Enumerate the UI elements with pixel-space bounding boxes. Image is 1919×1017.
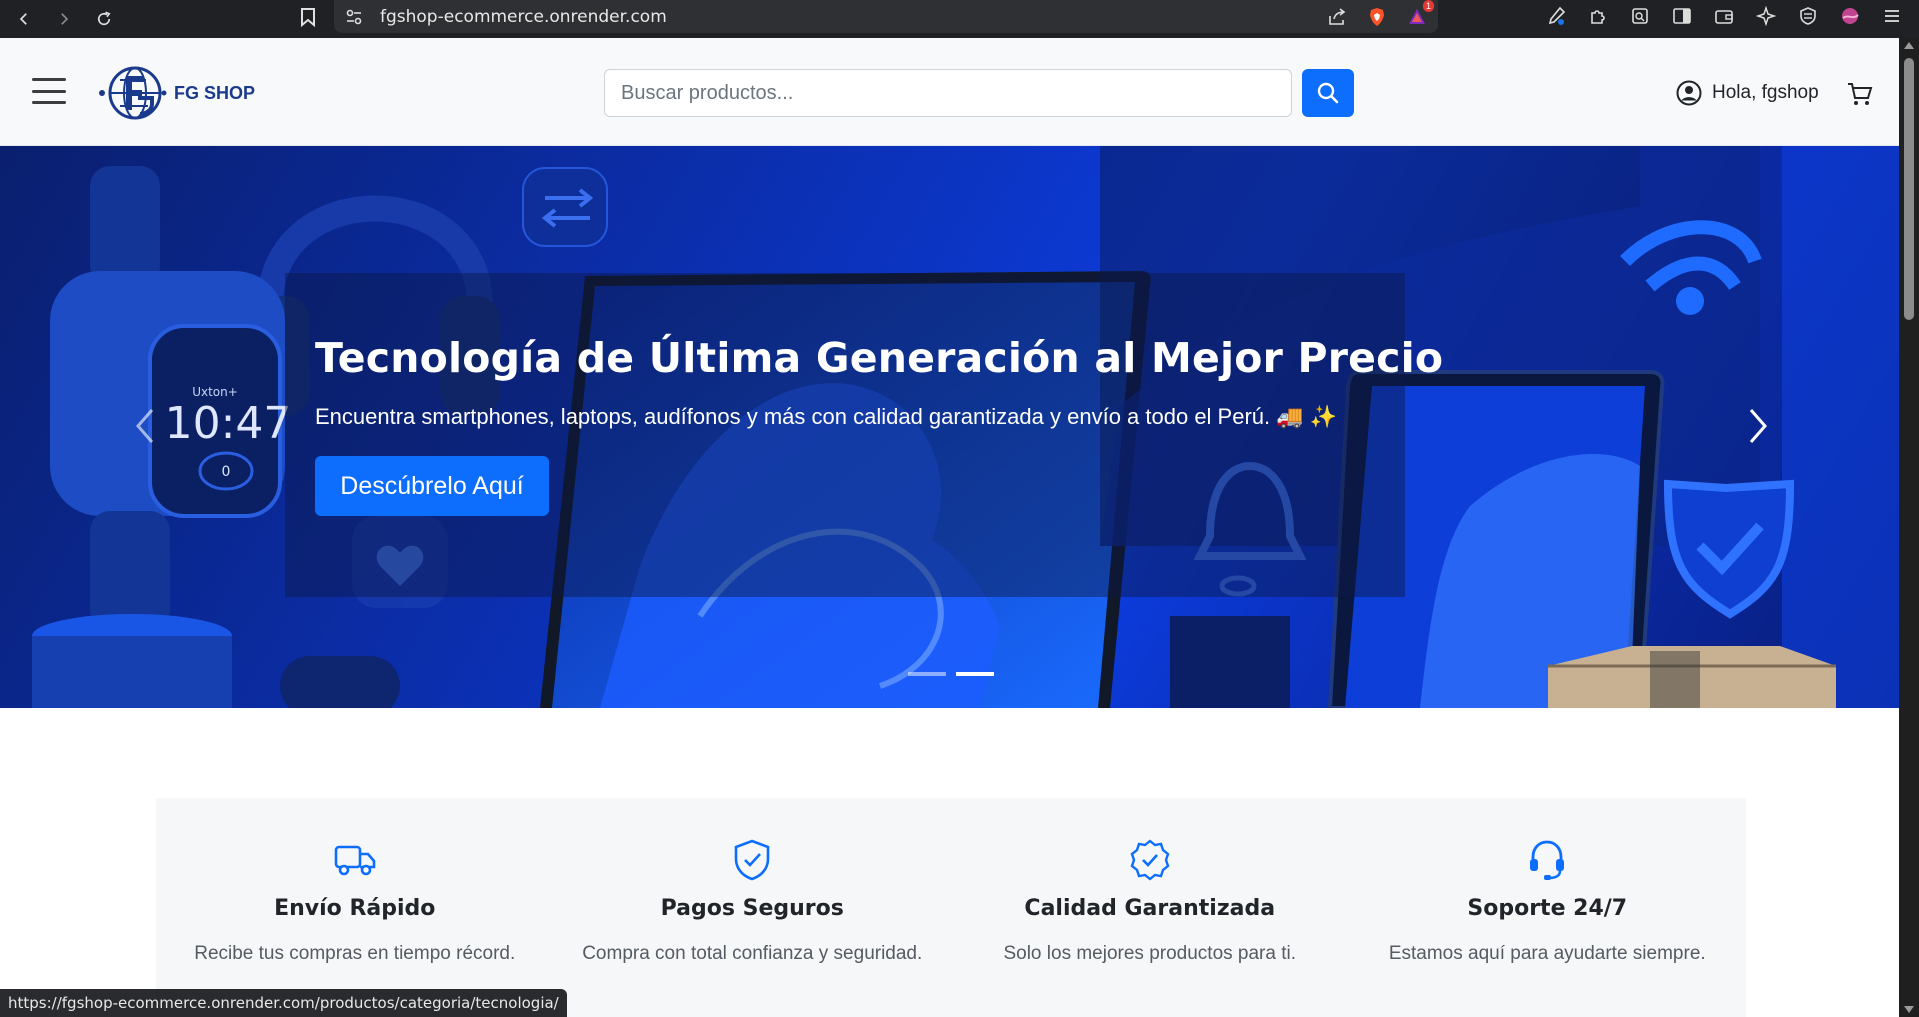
user-greeting: Hola, fgshop [1712, 82, 1819, 103]
feature-card: Calidad Garantizada Solo los mejores pro… [951, 798, 1349, 1017]
forward-icon [61, 13, 69, 25]
brave-rewards-icon[interactable]: 1 [1404, 0, 1434, 30]
address-bar[interactable]: fgshop-ecommerce.onrender.com 1 [334, 0, 1438, 33]
headset-icon [1525, 838, 1569, 882]
vpn-shield-icon[interactable] [1795, 3, 1821, 29]
feature-text: Estamos aquí para ayudarte siempre. [1388, 943, 1706, 964]
leo-ai-icon[interactable] [1753, 3, 1779, 29]
carousel-prev-button[interactable] [125, 396, 165, 456]
share-icon[interactable] [1324, 4, 1350, 30]
feature-title: Calidad Garantizada [1024, 896, 1276, 921]
hamburger-line [32, 78, 66, 81]
hamburger-line [32, 101, 66, 104]
eyedropper-extension-icon[interactable] [1543, 3, 1569, 29]
chevron-left-icon [136, 409, 154, 443]
carousel-indicator[interactable] [908, 672, 946, 676]
hero-title: Tecnología de Última Generación al Mejor… [315, 334, 1444, 382]
profile-avatar-icon[interactable] [1837, 3, 1863, 29]
hero-carousel: Uxton+ 10:47 0 Tecnología de Última Gene… [0, 146, 1899, 708]
search-form [604, 69, 1354, 117]
carousel-indicators [908, 672, 994, 676]
feature-title: Pagos Seguros [660, 896, 844, 921]
carousel-indicator-active[interactable] [956, 672, 994, 676]
badge-check-icon [1128, 838, 1172, 882]
scroll-up-arrow[interactable] [1904, 42, 1914, 49]
watch-brand-text: Uxton+ [192, 385, 238, 399]
bookmark-button[interactable] [292, 3, 324, 31]
reload-icon [97, 11, 111, 26]
discover-button[interactable]: Descúbrelo Aquí [315, 456, 549, 516]
user-circle-icon [1676, 80, 1702, 106]
search-button[interactable] [1302, 69, 1354, 117]
feature-title: Soporte 24/7 [1467, 896, 1628, 921]
feature-card: Pagos Seguros Compra con total confianza… [554, 798, 952, 1017]
hero-subtitle: Encuentra smartphones, laptops, audífono… [315, 404, 1338, 429]
cart-icon [1848, 83, 1873, 105]
logo-text: FG SHOP [174, 82, 256, 103]
menu-toggle-button[interactable] [32, 78, 66, 104]
forward-button[interactable] [48, 5, 80, 33]
reader-mode-icon[interactable] [1627, 3, 1653, 29]
url-text: fgshop-ecommerce.onrender.com [380, 6, 667, 27]
watch-time-text: 10:47 [165, 398, 292, 449]
scroll-thumb[interactable] [1904, 58, 1914, 320]
notification-badge: 1 [1422, 0, 1434, 12]
truck-icon [333, 838, 377, 882]
hero-caption-overlay [285, 273, 1405, 597]
shield-check-icon [730, 838, 774, 882]
feature-text: Recibe tus compras en tiempo récord. [194, 943, 516, 964]
feature-title: Envío Rápido [274, 896, 436, 921]
watch-counter-text: 0 [222, 464, 231, 480]
browser-menu-icon[interactable] [1879, 3, 1905, 29]
scroll-down-arrow[interactable] [1904, 1006, 1914, 1013]
browser-toolbar: fgshop-ecommerce.onrender.com 1 [0, 0, 1919, 38]
extensions-icon[interactable] [1585, 3, 1611, 29]
brave-shields-icon[interactable] [1364, 4, 1390, 30]
bookmark-icon [301, 8, 315, 27]
status-bar-url: https://fgshop-ecommerce.onrender.com/pr… [0, 989, 567, 1017]
feature-text: Solo los mejores productos para ti. [1003, 943, 1297, 964]
reload-button[interactable] [88, 5, 120, 33]
back-button[interactable] [8, 5, 40, 33]
feature-text: Compra con total confianza y seguridad. [582, 943, 923, 964]
search-input[interactable] [604, 69, 1292, 117]
sidebar-toggle-icon[interactable] [1669, 3, 1695, 29]
chevron-right-icon [1749, 409, 1767, 443]
wallet-icon[interactable] [1711, 3, 1737, 29]
hamburger-line [32, 89, 66, 93]
site-logo[interactable]: FG SHOP [98, 64, 255, 122]
cart-button[interactable] [1846, 80, 1874, 113]
user-account-link[interactable]: Hola, fgshop [1676, 80, 1819, 106]
features-section: Envío Rápido Recibe tus compras en tiemp… [156, 798, 1746, 1017]
feature-card: Soporte 24/7 Estamos aquí para ayudarte … [1349, 798, 1747, 1017]
carousel-next-button[interactable] [1738, 396, 1778, 456]
page-scrollbar[interactable] [1899, 38, 1919, 1017]
site-header: FG SHOP Hola, fgshop [0, 38, 1899, 146]
site-settings-icon[interactable] [344, 7, 364, 27]
fg-globe-logo-icon [99, 66, 167, 120]
back-icon [19, 13, 27, 25]
feature-card: Envío Rápido Recibe tus compras en tiemp… [156, 798, 554, 1017]
search-icon [1317, 82, 1339, 104]
